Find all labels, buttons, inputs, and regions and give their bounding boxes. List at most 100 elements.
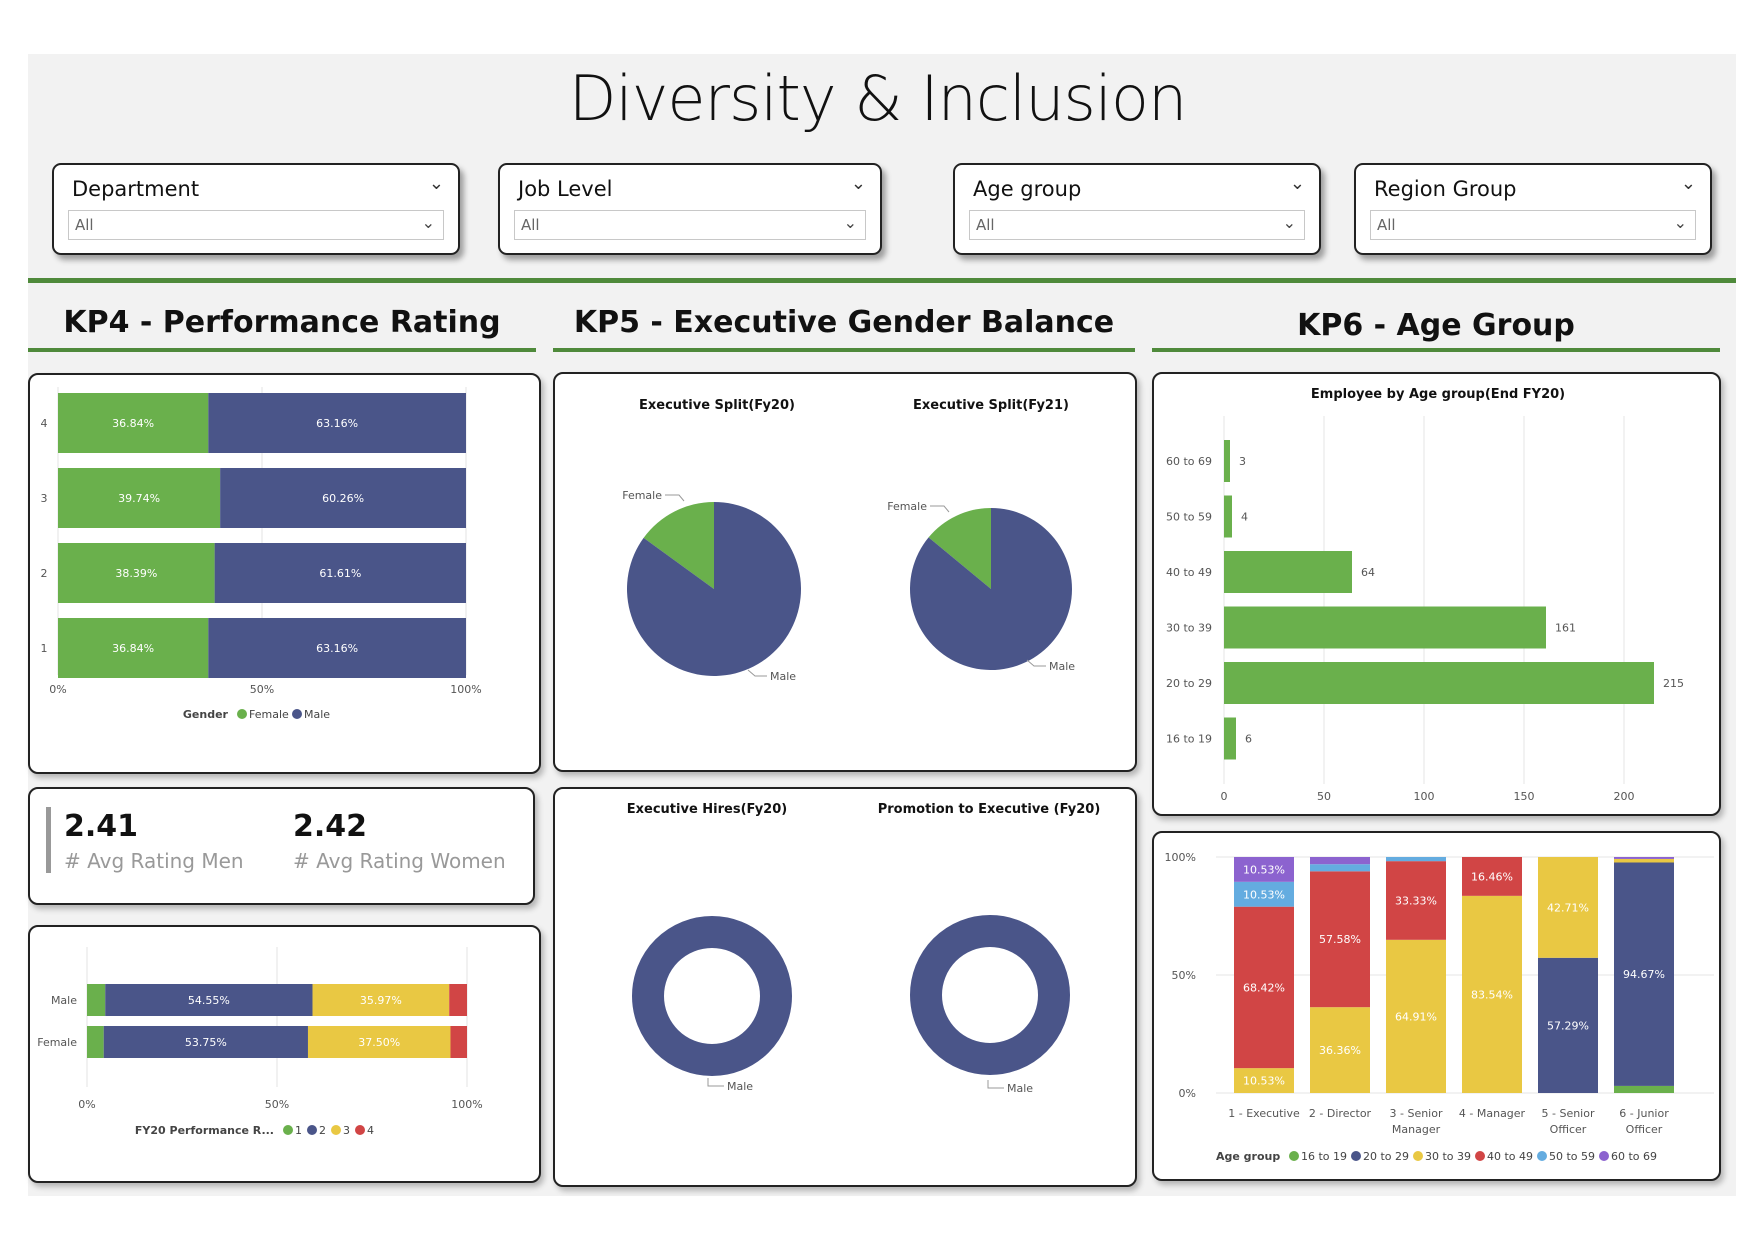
y-tick-label: 60 to 69	[1166, 455, 1212, 468]
department-slicer[interactable]: Department ⌄ All ⌄	[52, 163, 460, 255]
age-by-level-chart[interactable]: 100% 50% 0% 10.53% 68.42% 10.53% 10.53% 1 - Exe…	[1152, 831, 1721, 1181]
slicer-value: All	[1377, 216, 1396, 234]
legend-label: 40 to 49	[1487, 1150, 1533, 1163]
donut-ring-male	[910, 915, 1070, 1075]
slice-label: Male	[727, 1080, 753, 1093]
legend-label: 60 to 69	[1611, 1150, 1657, 1163]
kp5-underline	[553, 348, 1135, 352]
bar-segment	[450, 1026, 467, 1058]
leader-line	[1026, 659, 1046, 667]
region-group-dropdown[interactable]: All ⌄	[1370, 210, 1696, 240]
chevron-down-icon[interactable]: ⌄	[429, 173, 444, 194]
x-tick-label: 0%	[49, 683, 66, 696]
x-tick-label: 150	[1514, 790, 1535, 803]
data-label: 36.84%	[112, 642, 154, 655]
y-tick-label: 16 to 19	[1166, 733, 1212, 746]
legend-label: 1	[295, 1124, 302, 1137]
kp5-title: KP5 - Executive Gender Balance	[573, 305, 1115, 340]
leader-line	[747, 669, 767, 677]
data-label: 35.97%	[360, 994, 402, 1007]
y-tick-label: 20 to 29	[1166, 677, 1212, 690]
x-tick-label: Officer	[1626, 1123, 1663, 1136]
avg-rating-men-value: 2.41	[64, 809, 139, 844]
legend-marker	[237, 709, 247, 719]
slicer-label: Job Level	[518, 177, 613, 201]
chart-title: Promotion to Executive (Fy20)	[878, 802, 1101, 817]
leader-line	[707, 1078, 724, 1087]
job-level-slicer[interactable]: Job Level ⌄ All ⌄	[498, 163, 882, 255]
legend-label: 2	[319, 1124, 326, 1137]
data-label: 161	[1555, 622, 1576, 635]
data-label: 63.16%	[316, 642, 358, 655]
bar-segment	[1386, 857, 1446, 862]
bar-segment	[1310, 864, 1370, 872]
data-label: 36.36%	[1319, 1044, 1361, 1057]
avg-rating-men-label: # Avg Rating Men	[64, 849, 244, 873]
data-label: 63.16%	[316, 417, 358, 430]
chevron-down-icon[interactable]: ⌄	[1674, 213, 1687, 232]
chevron-down-icon[interactable]: ⌄	[1290, 173, 1305, 194]
rating-by-gender-chart[interactable]: 0% 50% 100% Male 54.55% 35.97% Female 53.75% 37.…	[28, 925, 541, 1183]
y-tick-label: 2	[41, 567, 48, 580]
legend-label: 3	[343, 1124, 350, 1137]
x-tick-label: Manager	[1392, 1123, 1441, 1136]
legend-marker	[283, 1125, 293, 1135]
data-label: 3	[1239, 455, 1246, 468]
slicer-value: All	[976, 216, 995, 234]
chevron-down-icon[interactable]: ⌄	[1681, 173, 1696, 194]
data-label: 215	[1663, 677, 1684, 690]
age-group-dropdown[interactable]: All ⌄	[969, 210, 1305, 240]
performance-rating-chart[interactable]: 0% 50% 100% 4 36.84% 63.16% 3 39.74% 60.26% 2 38.3…	[28, 373, 541, 774]
data-label: 33.33%	[1395, 894, 1437, 907]
bar-segment	[1310, 857, 1370, 865]
age-group-slicer[interactable]: Age group ⌄ All ⌄	[953, 163, 1321, 255]
legend-title: FY20 Performance R...	[135, 1124, 274, 1137]
region-group-slicer[interactable]: Region Group ⌄ All ⌄	[1354, 163, 1712, 255]
legend-title: Age group	[1216, 1150, 1280, 1163]
bar	[1224, 606, 1546, 649]
data-label: 10.53%	[1243, 888, 1285, 901]
legend-label: 4	[367, 1124, 374, 1137]
y-tick-label: 0%	[1179, 1087, 1196, 1100]
executive-hires-card[interactable]: Executive Hires(Fy20) Male Promotion to Ex…	[553, 787, 1137, 1187]
chevron-down-icon[interactable]: ⌄	[844, 213, 857, 232]
leader-line	[987, 1080, 1004, 1089]
employee-by-age-chart[interactable]: Employee by Age group(End FY20) 0 50 100 150…	[1152, 372, 1721, 816]
slicer-value: All	[75, 216, 94, 234]
avg-rating-card: 2.41 # Avg Rating Men 2.42 # Avg Rating …	[28, 787, 535, 905]
chevron-down-icon[interactable]: ⌄	[422, 213, 435, 232]
data-label: 37.50%	[358, 1036, 400, 1049]
data-label: 53.75%	[185, 1036, 227, 1049]
x-tick-label: Officer	[1550, 1123, 1587, 1136]
y-tick-label: 3	[41, 492, 48, 505]
data-label: 39.74%	[118, 492, 160, 505]
y-tick-label: 100%	[1165, 851, 1196, 864]
kp6-title: KP6 - Age Group	[1297, 308, 1575, 343]
data-label: 38.39%	[115, 567, 157, 580]
x-tick-label: 2 - Director	[1309, 1107, 1372, 1120]
chevron-down-icon[interactable]: ⌄	[851, 173, 866, 194]
bar	[1224, 440, 1230, 482]
avg-rating-women-value: 2.42	[293, 809, 368, 844]
leader-line	[665, 494, 685, 502]
chart-title: Executive Split(Fy21)	[913, 398, 1069, 413]
x-tick-label: 50	[1317, 790, 1331, 803]
kp4-title: KP4 - Performance Rating	[63, 305, 501, 340]
x-tick-label: 100	[1414, 790, 1435, 803]
slicer-label: Age group	[973, 177, 1082, 201]
slicer-value: All	[521, 216, 540, 234]
slicer-label: Region Group	[1374, 177, 1517, 201]
executive-split-card[interactable]: Executive Split(Fy20) Female Male Executive…	[553, 372, 1137, 772]
legend-title: Gender	[183, 708, 229, 721]
job-level-dropdown[interactable]: All ⌄	[514, 210, 866, 240]
y-tick-label: Female	[37, 1036, 77, 1049]
department-dropdown[interactable]: All ⌄	[68, 210, 444, 240]
bar-segment	[87, 1026, 104, 1058]
x-tick-label: 50%	[265, 1098, 289, 1111]
chevron-down-icon[interactable]: ⌄	[1283, 213, 1296, 232]
legend-label: Female	[249, 708, 289, 721]
kp4-underline	[28, 348, 536, 352]
data-label: 10.53%	[1243, 1075, 1285, 1088]
x-tick-label: 1 - Executive	[1228, 1107, 1300, 1120]
slice-label: Male	[770, 670, 796, 683]
